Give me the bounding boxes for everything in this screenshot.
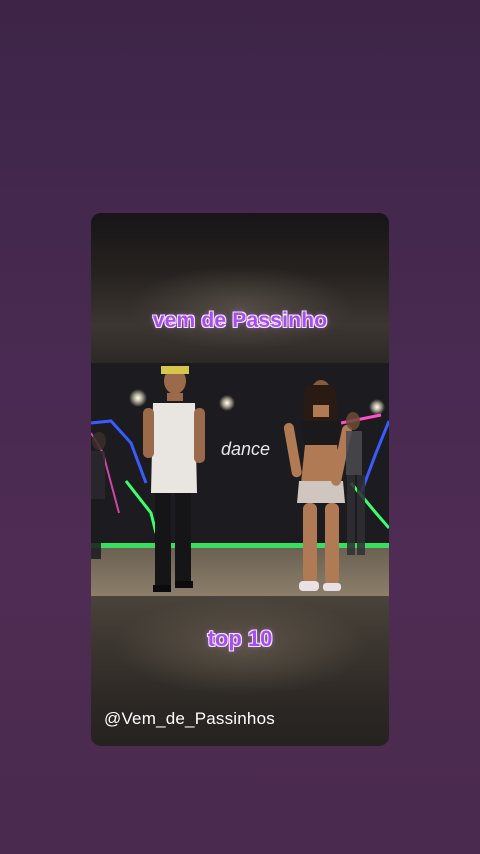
ceiling-light	[369, 399, 385, 415]
neon-floor-line	[91, 543, 389, 548]
story-bottom-panel: top 10 @Vem_de_Passinhos	[91, 596, 389, 746]
story-caption: top 10	[207, 626, 273, 651]
story-top-panel: vem de Passinho	[91, 213, 389, 363]
dance-video[interactable]: dance	[91, 363, 389, 596]
ceiling-light	[219, 395, 235, 411]
account-handle[interactable]: @Vem_de_Passinhos	[104, 709, 275, 729]
ceiling-light	[129, 389, 147, 407]
studio-watermark: dance	[221, 439, 270, 459]
dance-video-scene: dance	[91, 363, 389, 596]
studio-floor	[91, 548, 389, 596]
story-title: vem de Passinho	[152, 309, 328, 332]
story-card[interactable]: vem de Passinho dance top 10 @Vem_de_Pas…	[91, 213, 389, 746]
